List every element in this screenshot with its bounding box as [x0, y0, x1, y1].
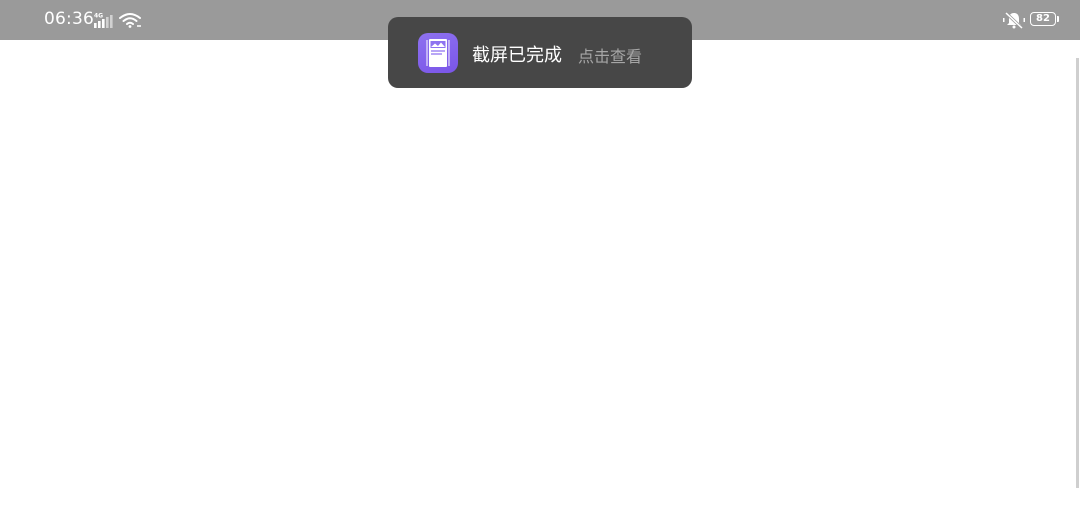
- signal-icon: 4G: [94, 13, 113, 28]
- network-type-label: 4G: [94, 13, 103, 20]
- vibrate-icon: [1003, 11, 1025, 29]
- wifi-icon: [119, 13, 141, 28]
- screen: 06:36 4G 82 截屏已完成 点击查看: [0, 0, 1080, 512]
- battery-icon: 82: [1030, 12, 1056, 26]
- scrollbar[interactable]: [1076, 58, 1079, 488]
- toast-title: 截屏已完成: [472, 45, 562, 66]
- view-screenshot-link[interactable]: 点击查看: [578, 43, 642, 67]
- battery-tip: [1057, 16, 1059, 22]
- screenshot-toast[interactable]: 截屏已完成 点击查看: [388, 17, 692, 88]
- status-time: 06:36: [44, 9, 94, 29]
- screenshot-app-icon: [418, 33, 458, 73]
- battery-level: 82: [1036, 13, 1050, 24]
